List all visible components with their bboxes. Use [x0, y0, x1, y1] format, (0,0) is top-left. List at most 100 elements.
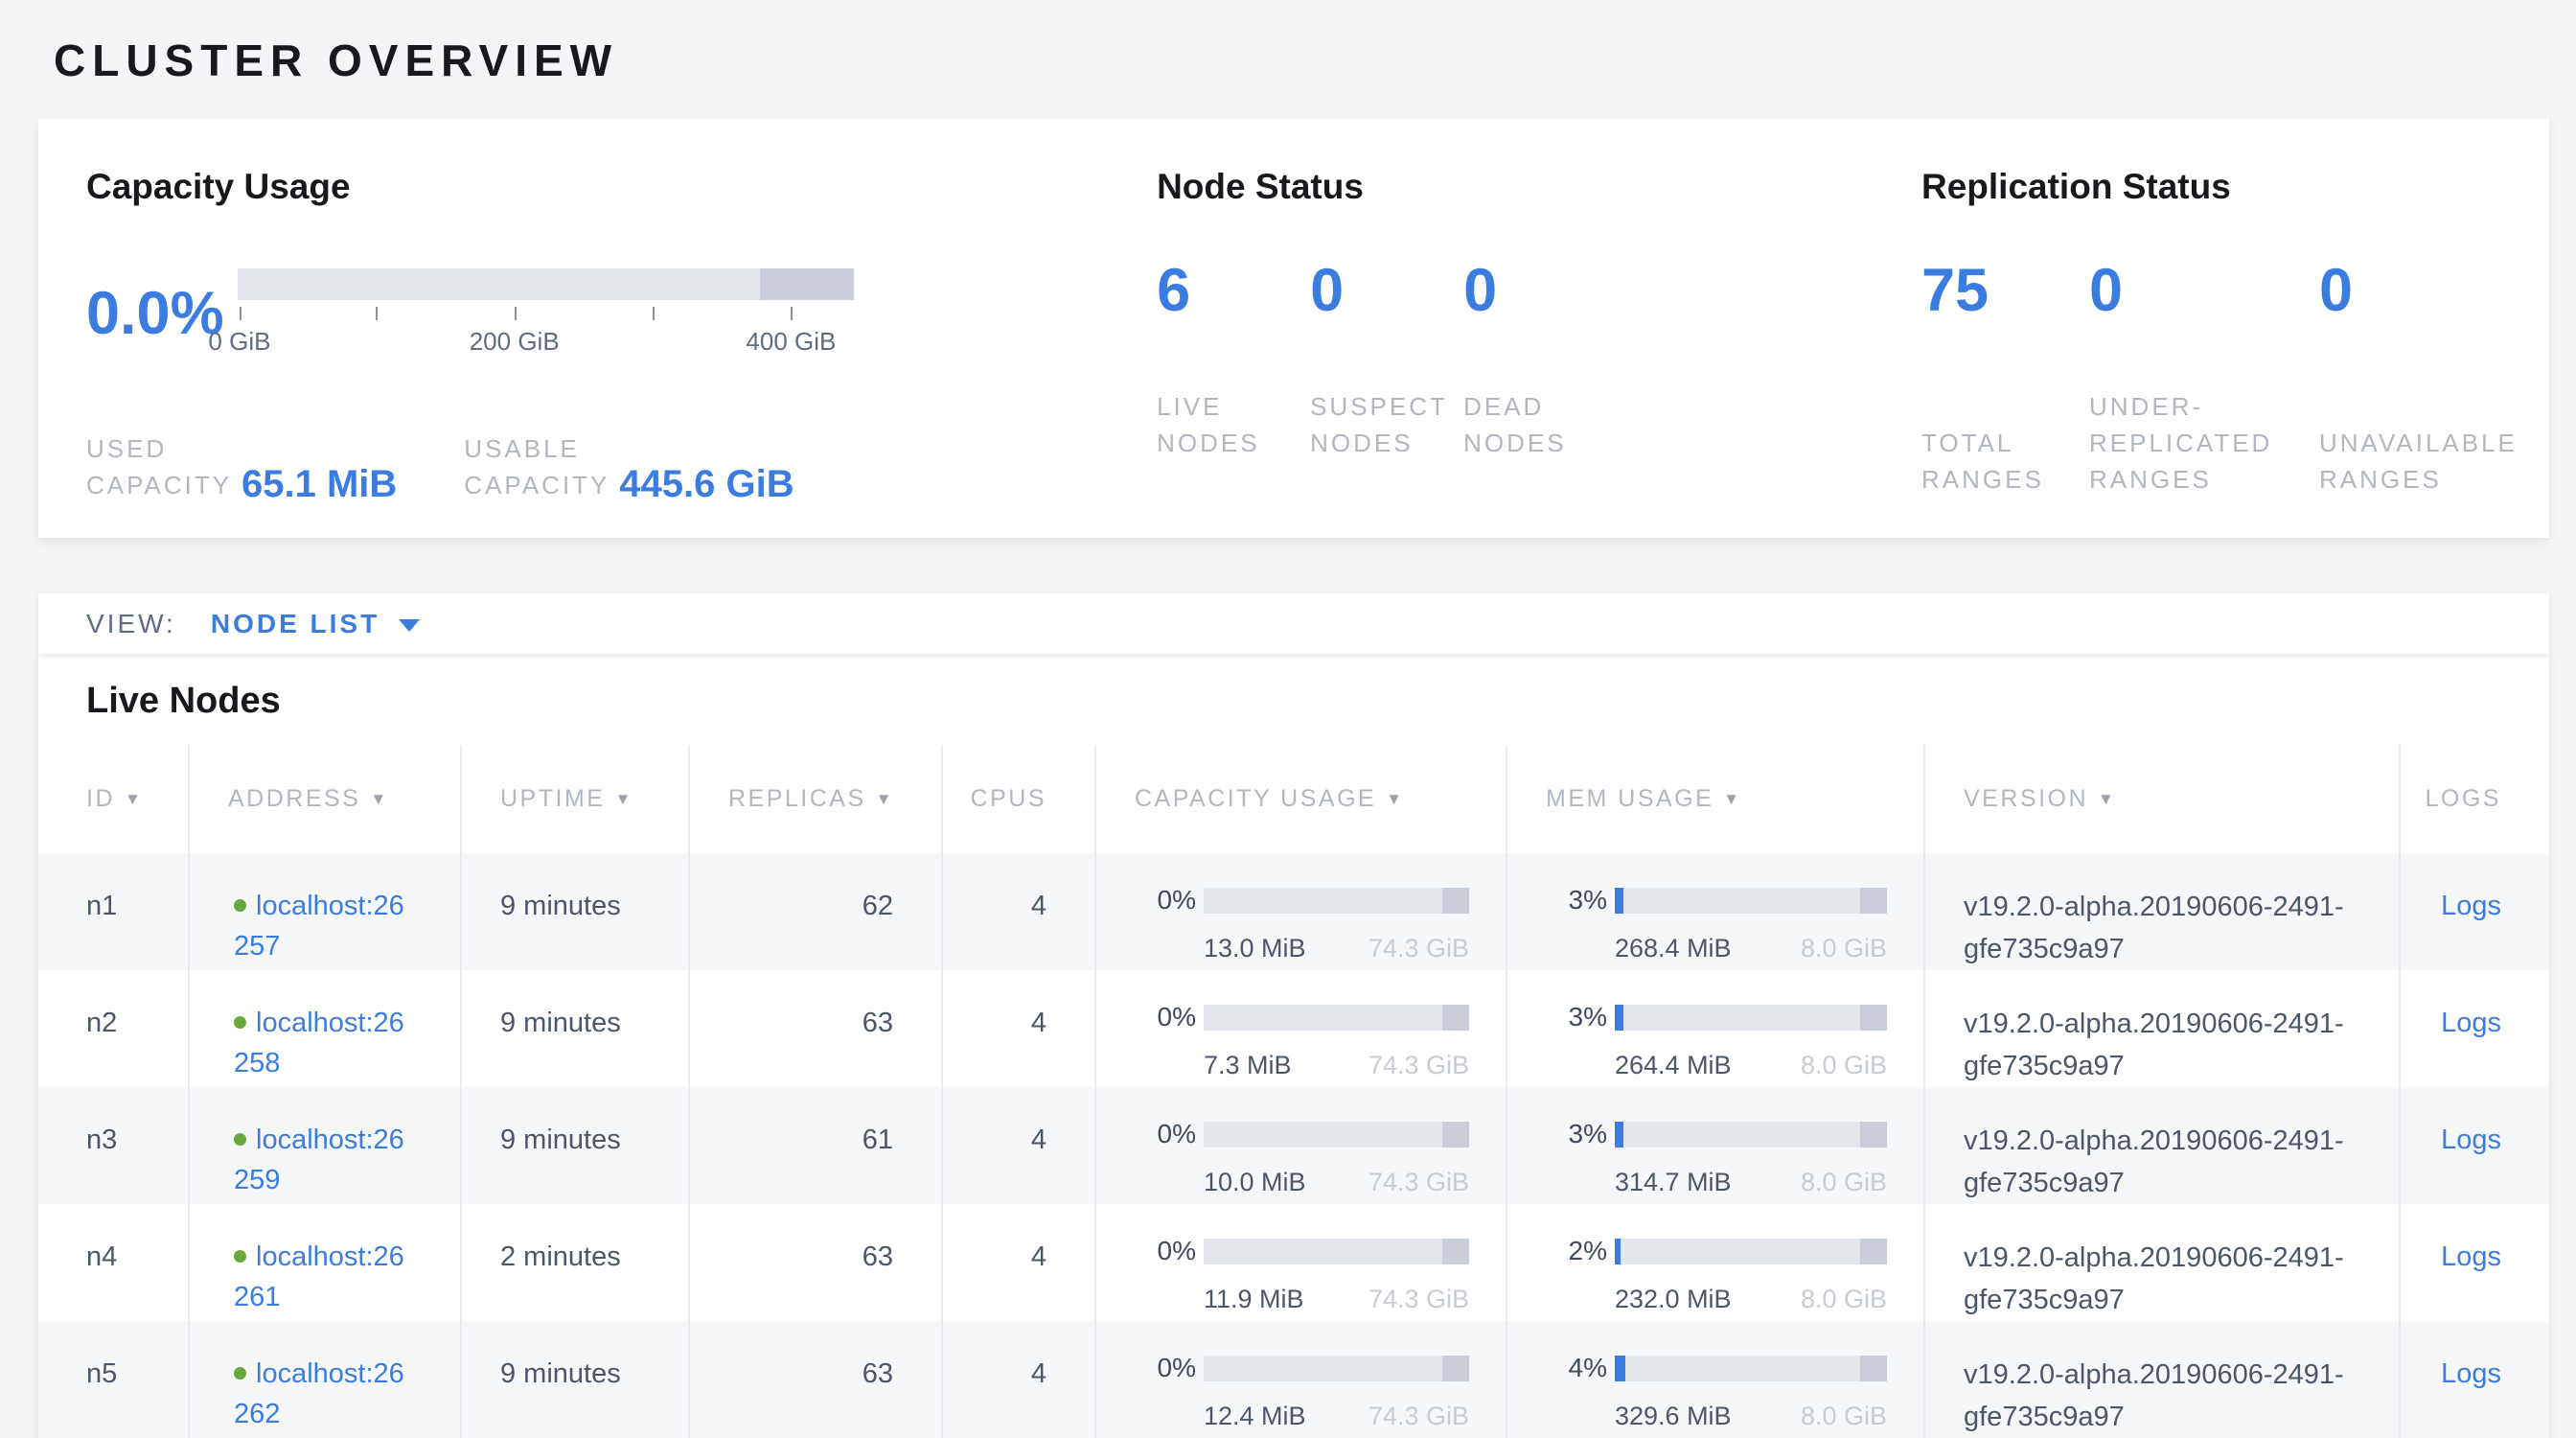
column-header-version[interactable]: VERSION▼: [1924, 745, 2400, 853]
node-uptime-cell: 9 minutes: [461, 853, 689, 970]
node-address-cell: localhost:26258: [189, 970, 461, 1087]
node-capacity-usage-cell: 0% 10.0 MiB 74.3 GiB: [1095, 1087, 1506, 1204]
capacity-usage-bar: [1204, 888, 1469, 914]
node-live-dot-icon: [234, 1250, 246, 1263]
node-address-cell: localhost:26259: [189, 1087, 461, 1204]
mem-reserved-segment: [1860, 1239, 1887, 1264]
node-capacity-usage-cell: 0% 11.9 MiB 74.3 GiB: [1095, 1204, 1506, 1321]
mem-total-value: 8.0 GiB: [1801, 1396, 1887, 1436]
logs-link[interactable]: Logs: [2441, 1008, 2501, 1038]
node-id-cell: n2: [38, 970, 189, 1087]
live-nodes-count: 6: [1157, 261, 1310, 321]
mem-total-value: 8.0 GiB: [1801, 1279, 1887, 1319]
suspect-nodes-label: SUSPECT NODES: [1310, 388, 1463, 461]
page-title: CLUSTER OVERVIEW: [54, 35, 2549, 86]
under-replicated-ranges-count: 0: [2089, 261, 2319, 321]
mem-total-value: 8.0 GiB: [1801, 1045, 1887, 1085]
usable-capacity-value: 445.6 GiB: [619, 465, 794, 503]
capacity-reserved-segment: [1442, 1005, 1469, 1031]
node-version-cell: v19.2.0-alpha.20190606-2491-gfe735c9a97: [1924, 970, 2400, 1087]
view-selector-dropdown[interactable]: NODE LIST: [211, 609, 420, 639]
node-capacity-usage-cell: 0% 7.3 MiB 74.3 GiB: [1095, 970, 1506, 1087]
column-header-mem-usage[interactable]: MEM USAGE▼: [1506, 745, 1924, 853]
node-replicas-cell: 62: [689, 853, 942, 970]
node-address-link[interactable]: localhost:26259: [234, 1125, 404, 1195]
node-replicas-cell: 63: [689, 1204, 942, 1321]
capacity-used-value: 10.0 MiB: [1204, 1162, 1306, 1202]
node-uptime-cell: 9 minutes: [461, 1321, 689, 1438]
logs-link[interactable]: Logs: [2441, 1241, 2501, 1272]
mem-usage-bar: [1615, 888, 1887, 914]
node-status-section: Node Status 6 0 0 LIVE NODES SUSPECT NOD…: [1157, 167, 1921, 488]
capacity-bar-reserved-segment: [760, 268, 854, 300]
view-label: VIEW:: [86, 609, 176, 639]
capacity-usage-bar: [1204, 1356, 1469, 1381]
mem-used-segment: [1615, 1239, 1621, 1264]
column-header-logs: LOGS: [2400, 745, 2549, 853]
view-selected-value[interactable]: NODE LIST: [211, 609, 380, 639]
mem-total-value: 8.0 GiB: [1801, 1162, 1887, 1202]
node-address-link[interactable]: localhost:26257: [234, 891, 404, 962]
capacity-reserved-segment: [1442, 1122, 1469, 1148]
node-address-cell: localhost:26261: [189, 1204, 461, 1321]
used-capacity-label: USED CAPACITY: [86, 430, 242, 503]
used-capacity-value: 65.1 MiB: [242, 465, 397, 503]
column-header-address[interactable]: ADDRESS▼: [189, 745, 461, 853]
capacity-bar: [238, 268, 854, 300]
node-address-link[interactable]: localhost:26262: [234, 1358, 404, 1429]
sort-arrow-icon: ▼: [1386, 790, 1404, 808]
mem-used-value: 268.4 MiB: [1615, 928, 1732, 968]
live-nodes-table: ID▼ ADDRESS▼ UPTIME▼ REPLICAS▼ CPUS CAPA…: [38, 745, 2549, 1438]
capacity-usage-section: Capacity Usage 0.0% 0 GiB 200 GiB: [86, 167, 1157, 488]
suspect-nodes-count: 0: [1310, 261, 1463, 321]
mem-percent: 2%: [1507, 1231, 1607, 1271]
capacity-usage-heading: Capacity Usage: [86, 167, 1157, 207]
replication-status-section: Replication Status 75 0 0 TOTAL RANGES U…: [1921, 167, 2549, 488]
node-replicas-cell: 61: [689, 1087, 942, 1204]
node-mem-usage-cell: 3% 268.4 MiB 8.0 GiB: [1506, 853, 1924, 970]
capacity-reserved-segment: [1442, 1239, 1469, 1264]
capacity-axis: 0 GiB 200 GiB 400 GiB: [238, 300, 854, 360]
node-cpus-cell: 4: [942, 853, 1095, 970]
node-replicas-cell: 63: [689, 1321, 942, 1438]
capacity-total-value: 74.3 GiB: [1368, 1045, 1469, 1085]
node-uptime-cell: 9 minutes: [461, 1087, 689, 1204]
node-uptime-cell: 9 minutes: [461, 970, 689, 1087]
capacity-total-value: 74.3 GiB: [1368, 928, 1469, 968]
node-version-cell: v19.2.0-alpha.20190606-2491-gfe735c9a97: [1924, 1204, 2400, 1321]
mem-reserved-segment: [1860, 1356, 1887, 1381]
node-address-link[interactable]: localhost:26261: [234, 1241, 404, 1312]
node-live-dot-icon: [234, 1367, 246, 1380]
node-address-link[interactable]: localhost:26258: [234, 1008, 404, 1078]
column-header-replicas[interactable]: REPLICAS▼: [689, 745, 942, 853]
capacity-percent: 0%: [1096, 1231, 1196, 1271]
mem-used-segment: [1615, 1356, 1625, 1381]
sort-arrow-icon: ▼: [125, 790, 143, 808]
node-id-cell: n1: [38, 853, 189, 970]
under-replicated-ranges-label: UNDER-REPLICATED RANGES: [2089, 388, 2319, 498]
node-version-cell: v19.2.0-alpha.20190606-2491-gfe735c9a97: [1924, 853, 2400, 970]
caret-down-icon: [399, 619, 420, 632]
mem-reserved-segment: [1860, 888, 1887, 914]
cluster-overview-page: CLUSTER OVERVIEW Capacity Usage 0.0%: [0, 0, 2576, 1438]
capacity-reserved-segment: [1442, 1356, 1469, 1381]
column-header-id[interactable]: ID▼: [38, 745, 189, 853]
usable-capacity-label: USABLE CAPACITY: [464, 430, 619, 503]
mem-percent: 4%: [1507, 1348, 1607, 1388]
node-live-dot-icon: [234, 1016, 246, 1029]
logs-link[interactable]: Logs: [2441, 1125, 2501, 1155]
mem-usage-bar: [1615, 1356, 1887, 1381]
node-logs-cell: Logs: [2400, 853, 2549, 970]
node-id-cell: n4: [38, 1204, 189, 1321]
table-row: n5 localhost:26262 9 minutes 63 4 0% 12.…: [38, 1321, 2549, 1438]
node-replicas-cell: 63: [689, 970, 942, 1087]
column-header-capacity-usage[interactable]: CAPACITY USAGE▼: [1095, 745, 1506, 853]
table-row: n4 localhost:26261 2 minutes 63 4 0% 11.…: [38, 1204, 2549, 1321]
mem-reserved-segment: [1860, 1005, 1887, 1031]
node-mem-usage-cell: 3% 264.4 MiB 8.0 GiB: [1506, 970, 1924, 1087]
dead-nodes-count: 0: [1463, 261, 1617, 321]
logs-link[interactable]: Logs: [2441, 891, 2501, 921]
column-header-uptime[interactable]: UPTIME▼: [461, 745, 689, 853]
logs-link[interactable]: Logs: [2441, 1358, 2501, 1389]
sort-arrow-icon: ▼: [370, 790, 388, 808]
